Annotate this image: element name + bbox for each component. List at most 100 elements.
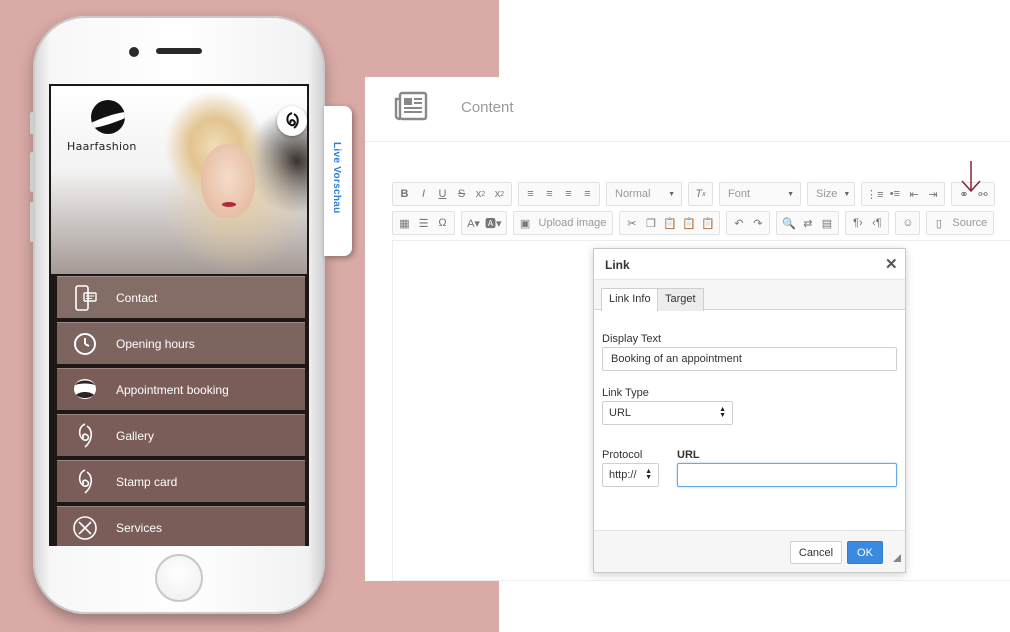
hair-swirl-icon [65, 467, 105, 497]
editor-toolbar: B I U S x2 x2 ≡ ≡ ≡ ≡ Normal ▼ Tx Font ▼ [392, 181, 1010, 241]
font-select[interactable]: Font ▼ [719, 182, 801, 206]
indent-icon[interactable]: ⇥ [923, 183, 942, 205]
bulleted-list-icon[interactable]: •≡ [885, 183, 904, 205]
special-char-icon[interactable]: Ω [433, 212, 452, 234]
italic-button[interactable]: I [414, 183, 433, 205]
text-color-icon[interactable]: A▾ [464, 212, 483, 234]
tab-target[interactable]: Target [657, 288, 704, 311]
outdent-icon[interactable]: ⇤ [904, 183, 923, 205]
display-text-input[interactable] [602, 347, 897, 371]
smiley-icon[interactable]: ☺ [898, 212, 917, 234]
newspaper-icon [394, 91, 428, 121]
upload-image-button[interactable]: ▣ Upload image [512, 211, 614, 235]
underline-button[interactable]: U [433, 183, 452, 205]
live-preview-tab[interactable]: Live Vorschau [324, 106, 352, 256]
dialog-tab-bar: Link Info Target [594, 280, 905, 312]
protocol-select[interactable]: http:// ▲ ▼ [602, 463, 659, 487]
copy-icon[interactable]: ❐ [641, 212, 660, 234]
clipboard-group: ✂ ❐ 📋 📋 📋 [619, 211, 721, 235]
brand-logo-icon [91, 100, 125, 134]
cancel-button[interactable]: Cancel [790, 541, 842, 564]
link-type-select[interactable]: URL ▲ ▼ [602, 401, 733, 425]
model-lips [222, 202, 236, 207]
menu-item-label: Appointment booking [116, 382, 229, 397]
url-input[interactable] [677, 463, 897, 487]
superscript-button[interactable]: x2 [490, 183, 509, 205]
close-icon[interactable]: ✕ [885, 255, 898, 273]
menu-item-gallery[interactable]: Gallery [57, 414, 305, 456]
redo-icon[interactable]: ↷ [748, 212, 767, 234]
menu-item-appointment-booking[interactable]: Appointment booking [57, 368, 305, 410]
man-face-icon [65, 375, 105, 405]
tab-link-info[interactable]: Link Info [601, 288, 659, 312]
section-title: Content [461, 99, 514, 116]
paste-icon[interactable]: 📋 [660, 212, 679, 234]
list-group: ⋮≡ •≡ ⇤ ⇥ [861, 182, 946, 206]
background-color-icon[interactable]: 🅰▾ [483, 212, 504, 234]
display-text-label: Display Text [602, 333, 662, 345]
app-menu: Contact Opening hours Appointment bookin… [57, 276, 305, 546]
phone-speaker [156, 48, 202, 54]
toolbar-row-1: B I U S x2 x2 ≡ ≡ ≡ ≡ Normal ▼ Tx Font ▼ [392, 181, 1001, 207]
hair-logo-badge-icon[interactable] [277, 106, 307, 136]
scissors-comb-icon [65, 513, 105, 543]
updown-arrows-icon: ▲ ▼ [645, 468, 652, 481]
phone-camera [129, 47, 139, 57]
align-center-icon[interactable]: ≡ [540, 183, 559, 205]
clear-format-group: Tx [688, 182, 713, 206]
resize-handle-icon[interactable] [893, 554, 901, 562]
align-justify-icon[interactable]: ≡ [578, 183, 597, 205]
dialog-title: Link [605, 258, 630, 272]
rtl-icon[interactable]: ‹¶ [867, 212, 886, 234]
toolbar-row-2: ▦ ☰ Ω A▾ 🅰▾ ▣ Upload image ✂ ❐ 📋 📋 📋 ↶ ↷… [392, 210, 1000, 236]
align-left-icon[interactable]: ≡ [521, 183, 540, 205]
insert-group: ▦ ☰ Ω [392, 211, 455, 235]
size-select[interactable]: Size ▼ [807, 182, 855, 206]
chevron-down-icon: ▼ [787, 190, 794, 198]
undo-icon[interactable]: ↶ [729, 212, 748, 234]
bold-button[interactable]: B [395, 183, 414, 205]
phone-screen: Haarfashion Contact Opening hours Appoin… [49, 84, 309, 546]
paste-text-icon[interactable]: 📋 [679, 212, 698, 234]
numbered-list-icon[interactable]: ⋮≡ [864, 183, 885, 205]
menu-item-services[interactable]: Services [57, 506, 305, 546]
menu-item-label: Services [116, 520, 163, 535]
replace-icon[interactable]: ⇄ [798, 212, 817, 234]
subscript-button[interactable]: x2 [471, 183, 490, 205]
phone-mockup: Haarfashion Contact Opening hours Appoin… [30, 16, 328, 614]
source-button[interactable]: ▯ Source [926, 211, 995, 235]
dialog-header: Link ✕ [594, 249, 905, 280]
find-icon[interactable]: 🔍 [779, 212, 798, 234]
table-icon[interactable]: ▦ [395, 212, 414, 234]
format-style-select[interactable]: Normal ▼ [606, 182, 682, 206]
phone-volume-up [30, 152, 34, 192]
header-divider [365, 141, 1010, 142]
menu-item-contact[interactable]: Contact [57, 276, 305, 318]
paste-word-icon[interactable]: 📋 [698, 212, 717, 234]
hair-swirl-icon [286, 112, 299, 129]
chevron-down-icon: ▼ [668, 190, 675, 198]
ok-button[interactable]: OK [847, 541, 883, 564]
hero-photo: Haarfashion [51, 86, 307, 274]
phone-volume-down [30, 202, 34, 242]
link-type-value: URL [609, 407, 632, 419]
phone-card-icon [65, 283, 105, 313]
upload-image-label: Upload image [538, 217, 607, 229]
chevron-down-icon: ▼ [843, 190, 851, 198]
image-icon: ▣ [519, 217, 531, 230]
remove-format-icon[interactable]: Tx [691, 183, 710, 205]
align-right-icon[interactable]: ≡ [559, 183, 578, 205]
horizontal-line-icon[interactable]: ☰ [414, 212, 433, 234]
dialog-body: Display Text Link Type URL ▲▼ Protocol h… [594, 311, 905, 530]
menu-item-opening-hours[interactable]: Opening hours [57, 322, 305, 364]
menu-item-label: Gallery [116, 428, 155, 443]
phone-mute-switch [30, 112, 34, 134]
history-group: ↶ ↷ [726, 211, 771, 235]
select-all-icon[interactable]: ▤ [817, 212, 836, 234]
size-select-value: Size [816, 188, 838, 200]
link-type-label: Link Type [602, 387, 649, 399]
cut-icon[interactable]: ✂ [622, 212, 641, 234]
menu-item-stamp-card[interactable]: Stamp card [57, 460, 305, 502]
ltr-icon[interactable]: ¶› [848, 212, 867, 234]
strikethrough-button[interactable]: S [452, 183, 471, 205]
